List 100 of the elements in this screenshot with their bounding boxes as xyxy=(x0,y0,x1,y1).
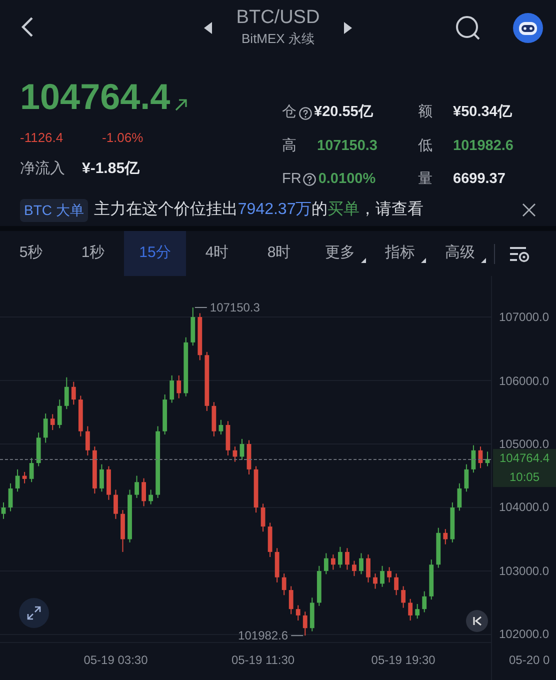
candle xyxy=(71,381,76,406)
candle xyxy=(450,502,455,543)
candle xyxy=(246,440,252,475)
candle xyxy=(471,444,476,474)
stat-value: 107150.3 xyxy=(317,136,378,156)
time-axis-label: 05-19 11:30 xyxy=(231,653,295,667)
candle xyxy=(92,446,97,494)
candle xyxy=(176,374,182,399)
stat-label: 仓 xyxy=(282,103,297,122)
candle xyxy=(415,604,420,620)
exchange-subtitle: BitMEX 永续 xyxy=(242,30,314,48)
candle xyxy=(422,590,427,613)
chart-settings-icon[interactable] xyxy=(509,244,531,262)
candle xyxy=(408,598,413,621)
candle xyxy=(78,395,83,437)
search-icon[interactable] xyxy=(455,15,481,41)
candle xyxy=(366,554,370,583)
candle xyxy=(204,351,210,412)
next-icon[interactable] xyxy=(344,22,352,34)
candle xyxy=(170,374,174,404)
candle xyxy=(268,522,272,558)
stat-label: 额 xyxy=(418,102,433,122)
close-icon[interactable] xyxy=(522,203,536,217)
candle xyxy=(387,566,392,583)
candle xyxy=(254,466,258,514)
candle xyxy=(226,420,230,456)
candle xyxy=(232,446,238,462)
candle xyxy=(260,503,266,532)
last-price: 104764.4 xyxy=(20,76,170,118)
candle xyxy=(36,432,41,467)
candle xyxy=(373,573,378,590)
candle xyxy=(114,489,118,520)
candle xyxy=(316,565,322,606)
candle-countdown: 10:05 xyxy=(508,468,541,486)
previous-icon[interactable] xyxy=(204,22,212,34)
candle xyxy=(436,527,441,568)
percent-change: -1.06% xyxy=(102,129,144,147)
candle xyxy=(22,471,27,484)
stat-value: ¥50.34亿 xyxy=(453,103,512,122)
time-axis-label: 05-19 19:30 xyxy=(371,653,436,667)
candle xyxy=(43,413,48,444)
candle xyxy=(148,489,153,505)
candle xyxy=(218,419,224,435)
stat-value: 6699.37 xyxy=(453,170,506,189)
interval-tab[interactable]: 8时 xyxy=(248,231,310,276)
up-right-arrow-icon xyxy=(174,98,188,112)
interval-tab[interactable]: 高级 xyxy=(430,231,490,276)
candle xyxy=(64,376,69,410)
candle xyxy=(330,554,336,570)
candle xyxy=(142,478,146,507)
leader-line xyxy=(194,306,208,308)
stat-value: ¥20.55亿 xyxy=(314,103,374,122)
stat-value: 0.0100% xyxy=(318,170,376,189)
stat-label: FR xyxy=(282,170,302,189)
stat-label: 低 xyxy=(418,136,433,156)
back-icon[interactable] xyxy=(20,16,34,38)
candle xyxy=(338,546,342,568)
robot-avatar-icon[interactable] xyxy=(513,13,543,43)
jump-latest-button[interactable] xyxy=(466,610,488,632)
candle xyxy=(106,466,111,500)
candle xyxy=(274,548,280,583)
candle xyxy=(302,611,308,636)
price-axis-label: 107000.0 xyxy=(499,310,550,324)
price-change: -1126.4 xyxy=(20,129,64,147)
interval-tab[interactable]: 更多 xyxy=(310,231,370,276)
skip-end-icon xyxy=(472,616,482,626)
candle xyxy=(282,573,286,596)
price-axis-label: 106000.0 xyxy=(499,374,550,388)
candle xyxy=(162,394,168,435)
expand-icon xyxy=(27,606,41,620)
candle xyxy=(57,399,62,429)
help-icon[interactable] xyxy=(299,106,312,120)
inflow-value: ¥-1.85亿 xyxy=(82,158,140,178)
candle xyxy=(478,446,483,469)
candle xyxy=(85,426,90,456)
time-axis-label: 05-20 0 xyxy=(509,653,550,667)
candle xyxy=(50,414,55,431)
fullscreen-button[interactable] xyxy=(19,598,49,628)
candle xyxy=(212,402,216,437)
candle xyxy=(296,604,300,621)
candle xyxy=(29,457,34,483)
candle xyxy=(8,482,13,512)
interval-tab[interactable]: 5秒 xyxy=(0,231,62,276)
interval-tab[interactable]: 4时 xyxy=(186,231,248,276)
candle xyxy=(190,306,196,346)
low-price-label: 101982.6 xyxy=(238,628,288,643)
candle xyxy=(240,438,244,460)
candle xyxy=(380,565,384,588)
time-axis-label: 05-19 03:30 xyxy=(84,653,148,667)
inflow-label: 净流入 xyxy=(20,158,66,178)
candle xyxy=(457,482,462,512)
price-axis-label: 104000.0 xyxy=(499,500,550,514)
interval-tab[interactable]: 指标 xyxy=(370,231,430,276)
candle xyxy=(198,312,202,361)
candle xyxy=(352,560,356,577)
candle xyxy=(345,548,350,570)
interval-tab[interactable]: 1秒 xyxy=(62,231,124,276)
help-icon[interactable] xyxy=(303,173,316,186)
stat-label: 量 xyxy=(418,170,433,189)
candle xyxy=(464,464,469,492)
